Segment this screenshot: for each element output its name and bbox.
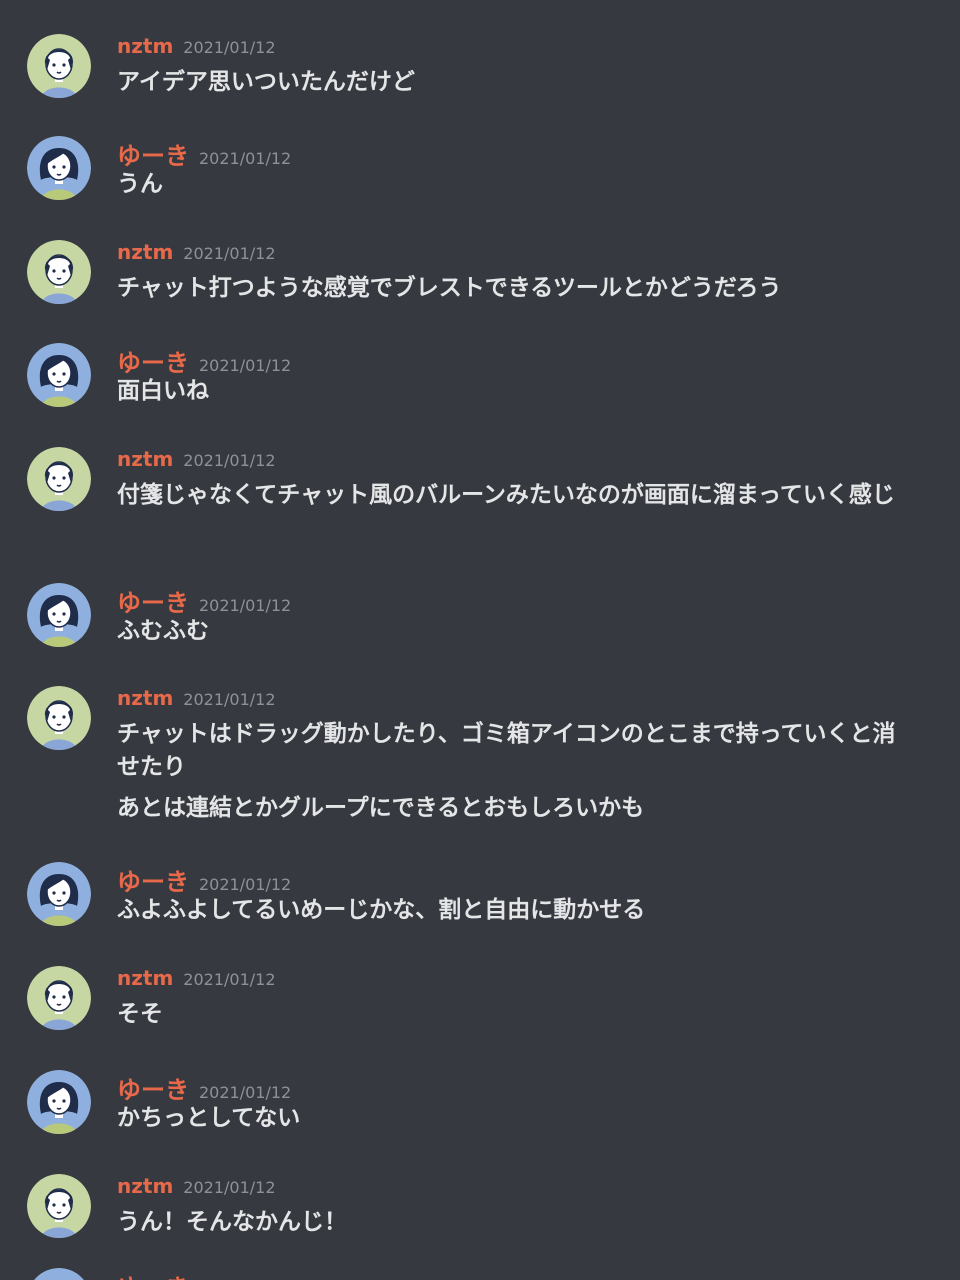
message-body: かちっとしてない <box>117 1102 897 1135</box>
timestamp: 2021/01/12 <box>183 38 276 57</box>
message-header: ゆーき 2021/01/12 <box>117 583 292 617</box>
message-text: うん <box>117 171 163 197</box>
message-body: そそ <box>117 998 897 1031</box>
message-header: nztm 2021/01/12 <box>117 34 276 64</box>
timestamp: 2021/01/12 <box>199 1083 292 1102</box>
timestamp: 2021/01/12 <box>199 875 292 894</box>
username[interactable]: nztm <box>117 34 173 58</box>
message-text: アイデア思いついたんだけど <box>117 69 415 95</box>
message-text: そそ <box>117 1001 163 1027</box>
username[interactable]: nztm <box>117 966 173 990</box>
yuki-avatar-icon <box>34 1268 84 1280</box>
timestamp: 2021/01/12 <box>183 690 276 709</box>
message-body: うん！そんなかんじ！ <box>117 1206 897 1239</box>
username[interactable]: nztm <box>117 1174 173 1198</box>
avatar[interactable] <box>27 1174 91 1238</box>
avatar[interactable] <box>27 862 91 926</box>
message-text: チャットはドラッグ動かしたり、ゴミ箱アイコンのとこまで持っていくと消せたり <box>117 721 896 780</box>
avatar[interactable] <box>27 343 91 407</box>
message-header: nztm 2021/01/12 <box>117 447 276 477</box>
message-body: うん <box>117 168 897 201</box>
nztm-avatar-icon <box>27 686 91 750</box>
message-header: nztm 2021/01/12 <box>117 966 276 996</box>
avatar[interactable] <box>27 583 91 647</box>
avatar[interactable] <box>27 240 91 304</box>
message-text: ふよふよしてるいめーじかな、割と自由に動かせる <box>117 897 646 923</box>
chat-message-list[interactable]: nztm 2021/01/12 アイデア思いついたんだけど ゆーき 2021/01/1… <box>0 0 960 1280</box>
message-text: チャット打つような感覚でブレストできるツールとかどうだろう <box>117 275 782 301</box>
message-header: nztm 2021/01/12 <box>117 240 276 270</box>
message-header: nztm 2021/01/12 <box>117 1174 276 1204</box>
avatar[interactable] <box>27 34 91 98</box>
avatar[interactable] <box>27 966 91 1030</box>
message-text: 面白いね <box>117 378 209 404</box>
avatar[interactable] <box>27 686 91 750</box>
nztm-avatar-icon <box>27 447 91 511</box>
nztm-avatar-icon <box>27 966 91 1030</box>
username[interactable]: ゆーき <box>117 1076 189 1104</box>
nztm-avatar-icon <box>27 34 91 98</box>
yuki-avatar-icon <box>27 136 91 200</box>
message-text: あとは連結とかグループにできるとおもしろいかも <box>117 795 645 821</box>
avatar[interactable] <box>27 447 91 511</box>
nztm-avatar-icon <box>27 240 91 304</box>
yuki-avatar-icon <box>27 862 91 926</box>
message-header: ゆーき 2021/01/12 <box>117 862 292 896</box>
username[interactable]: ゆーき <box>117 868 189 896</box>
username[interactable]: ゆーき <box>117 589 189 617</box>
message-header: ゆーき 2021/01/12 <box>117 136 292 170</box>
username[interactable]: ゆーき <box>117 349 189 377</box>
username[interactable]: ゆーき <box>117 1274 189 1280</box>
timestamp: 2021/01/12 <box>183 970 276 989</box>
message-text: ふむふむ <box>117 618 209 644</box>
message-text: うん！そんなかんじ！ <box>117 1209 347 1235</box>
username[interactable]: nztm <box>117 240 173 264</box>
timestamp: 2021/01/12 <box>199 356 292 375</box>
nztm-avatar-icon <box>27 1174 91 1238</box>
yuki-avatar-icon <box>27 1070 91 1134</box>
message-header: ゆーき <box>117 1268 189 1280</box>
yuki-avatar-icon <box>27 583 91 647</box>
message-body: チャット打つような感覚でブレストできるツールとかどうだろう <box>117 272 897 305</box>
timestamp: 2021/01/12 <box>199 149 292 168</box>
timestamp: 2021/01/12 <box>183 1178 276 1197</box>
avatar[interactable] <box>27 136 91 200</box>
message-header: ゆーき 2021/01/12 <box>117 1070 292 1104</box>
message-body: ふむふむ <box>117 615 897 648</box>
avatar[interactable] <box>27 1268 91 1280</box>
message-text: かちっとしてない <box>117 1105 301 1131</box>
username[interactable]: ゆーき <box>117 142 189 170</box>
yuki-avatar-icon <box>27 343 91 407</box>
username[interactable]: nztm <box>117 447 173 471</box>
timestamp: 2021/01/12 <box>183 244 276 263</box>
timestamp: 2021/01/12 <box>183 451 276 470</box>
message-body: 面白いね <box>117 375 897 408</box>
message-header: nztm 2021/01/12 <box>117 686 276 716</box>
username[interactable]: nztm <box>117 686 173 710</box>
message-header: ゆーき 2021/01/12 <box>117 343 292 377</box>
message-body: アイデア思いついたんだけど <box>117 66 897 99</box>
message-body: 付箋じゃなくてチャット風のバルーンみたいなのが画面に溜まっていく感じ <box>117 479 897 512</box>
message-text: 付箋じゃなくてチャット風のバルーンみたいなのが画面に溜まっていく感じ <box>117 482 895 508</box>
timestamp: 2021/01/12 <box>199 596 292 615</box>
avatar[interactable] <box>27 1070 91 1134</box>
message-body: ふよふよしてるいめーじかな、割と自由に動かせる <box>117 894 897 927</box>
message-body: チャットはドラッグ動かしたり、ゴミ箱アイコンのとこまで持っていくと消せたりあとは… <box>117 718 897 825</box>
